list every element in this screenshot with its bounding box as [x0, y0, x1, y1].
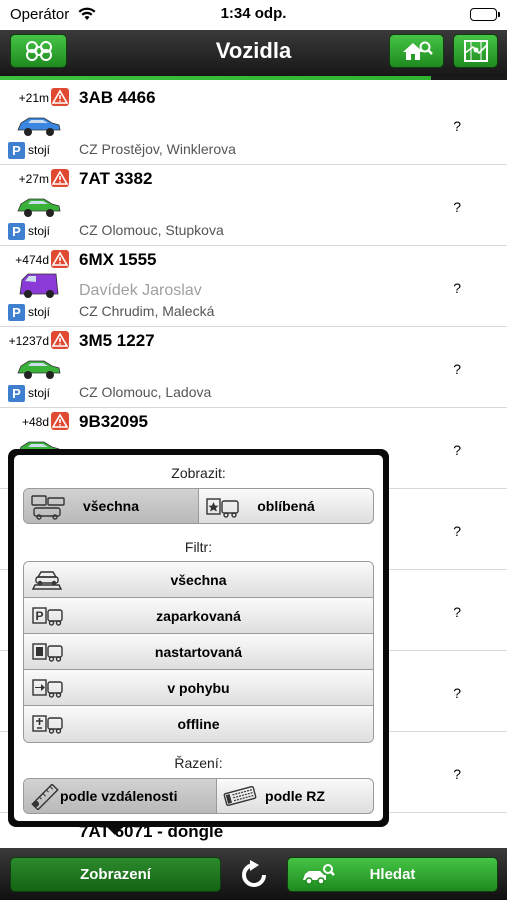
last-update-age: +1237d — [8, 334, 49, 348]
show-option-all-label: všechna — [82, 498, 140, 514]
search-button-label: Hledat — [369, 866, 416, 883]
warning-icon — [51, 88, 69, 106]
vehicle-value: ? — [453, 361, 461, 377]
van-icon — [16, 272, 62, 307]
vehicle-value: ? — [453, 280, 461, 296]
vehicle-row[interactable]: +1237d 3M5 1227 CZ Olomouc, Ladova Pstojí? — [0, 327, 507, 408]
vehicle-row[interactable]: +27m 7AT 3382 CZ Olomouc, Stupkova Pstojí? — [0, 165, 507, 246]
all-vehicles-icon — [30, 494, 66, 523]
parking-icon: P — [8, 142, 25, 159]
parking-icon: P — [8, 385, 25, 402]
popover-content: Zobrazit: všechna oblíbená Filtr: všechn… — [14, 455, 383, 821]
sort-by-plate-label: podle RZ — [265, 788, 325, 804]
warning-icon — [51, 331, 69, 349]
license-plate-icon — [223, 784, 257, 811]
vehicle-plate: 3M5 1227 — [79, 331, 155, 350]
moving-icon — [32, 677, 64, 702]
vehicle-value: ? — [453, 766, 461, 782]
vehicle-state: stojí — [28, 224, 51, 238]
home-search-icon — [400, 39, 434, 63]
car-icon — [16, 110, 62, 145]
vehicle-location: CZ Chrudim, Malecká — [79, 303, 215, 319]
refresh-icon[interactable] — [240, 860, 268, 895]
vehicle-value: ? — [453, 685, 461, 701]
parking-icon: P — [8, 304, 25, 321]
filter-started[interactable]: nastartovaná — [24, 634, 373, 670]
show-option-favorites[interactable]: oblíbená — [199, 489, 373, 523]
filter-list: všechna P zaparkovaná nastartovaná v poh… — [23, 561, 374, 743]
sort-by-distance[interactable]: podle vzdálenosti — [24, 779, 217, 813]
show-option-favorites-label: oblíbená — [257, 498, 315, 514]
filter-parked[interactable]: P zaparkovaná — [24, 598, 373, 634]
vehicle-plate: 3AB 4466 — [79, 88, 156, 107]
started-icon — [32, 641, 64, 666]
sort-by-distance-label: podle vzdálenosti — [60, 788, 178, 804]
last-update-age: +48d — [21, 415, 49, 429]
display-button[interactable]: Zobrazení — [10, 857, 221, 892]
home-search-button[interactable] — [389, 34, 444, 68]
vehicle-location: CZ Olomouc, Ladova — [79, 384, 212, 400]
ruler-icon — [30, 783, 60, 813]
last-update-age: +21m — [18, 91, 49, 105]
vehicle-plate: 9B32095 — [79, 412, 149, 431]
sort-by-plate[interactable]: podle RZ — [217, 779, 373, 813]
sort-section-label: Řazení: — [174, 755, 223, 771]
filter-moving[interactable]: v pohybu — [24, 670, 373, 706]
car-icon — [16, 191, 62, 226]
show-section-label: Zobrazit: — [171, 465, 226, 481]
parking-icon: P — [8, 223, 25, 240]
vehicle-state: stojí — [28, 305, 51, 319]
vehicle-row[interactable]: +21m 3AB 4466 CZ Prostějov, Winklerova Psto… — [0, 84, 507, 165]
filter-all-label: všechna — [170, 571, 227, 588]
car-icon — [16, 353, 62, 388]
car-search-icon — [300, 863, 336, 891]
filter-offline[interactable]: offline — [24, 706, 373, 742]
filter-moving-label: v pohybu — [167, 679, 230, 696]
clock: 1:34 odp. — [220, 5, 287, 22]
vehicle-location: CZ Prostějov, Winklerova — [79, 141, 236, 157]
status-bar: Operátor 1:34 odp. — [0, 0, 507, 30]
filter-parked-label: zaparkovaná — [156, 607, 241, 624]
filter-section-label: Filtr: — [184, 539, 213, 555]
filter-started-label: nastartovaná — [154, 643, 243, 660]
last-update-age: +474d — [15, 253, 49, 267]
show-option-all[interactable]: všechna — [24, 489, 199, 523]
vehicle-row[interactable]: +474d 6MX 1555 Davídek Jaroslav CZ Chrudim,… — [0, 246, 507, 327]
svg-text:P: P — [36, 609, 44, 623]
vehicle-state: stojí — [28, 386, 51, 400]
warning-icon — [51, 250, 69, 268]
sort-segmented-control: podle vzdálenosti podle RZ — [23, 778, 374, 814]
vehicle-value: ? — [453, 442, 461, 458]
search-button[interactable]: Hledat — [287, 857, 498, 892]
cars-icon — [31, 569, 64, 594]
favorite-vehicle-icon — [205, 494, 241, 523]
vehicle-value: ? — [453, 604, 461, 620]
vehicle-driver: Davídek Jaroslav — [79, 282, 202, 299]
show-segmented-control: všechna oblíbená — [23, 488, 374, 524]
display-popover: Zobrazit: všechna oblíbená Filtr: všechn… — [8, 449, 389, 827]
popover-arrow — [104, 824, 126, 835]
filter-offline-label: offline — [177, 716, 220, 732]
vehicle-value: ? — [453, 523, 461, 539]
last-update-age: +27m — [18, 172, 49, 186]
warning-icon — [51, 169, 69, 187]
map-icon — [463, 39, 489, 63]
vehicle-value: ? — [453, 199, 461, 215]
battery-icon — [470, 8, 500, 21]
nav-bar: Vozidla — [0, 30, 507, 80]
parked-icon: P — [32, 605, 64, 630]
filter-all[interactable]: všechna — [24, 562, 373, 598]
vehicle-plate: 7AT 3382 — [79, 169, 153, 188]
vehicle-value: ? — [453, 118, 461, 134]
vehicle-location: CZ Olomouc, Stupkova — [79, 222, 224, 238]
offline-icon — [32, 713, 64, 738]
vehicle-state: stojí — [28, 143, 51, 157]
map-button[interactable] — [453, 34, 498, 68]
warning-icon — [51, 412, 69, 430]
vehicle-plate: 6MX 1555 — [79, 250, 157, 269]
